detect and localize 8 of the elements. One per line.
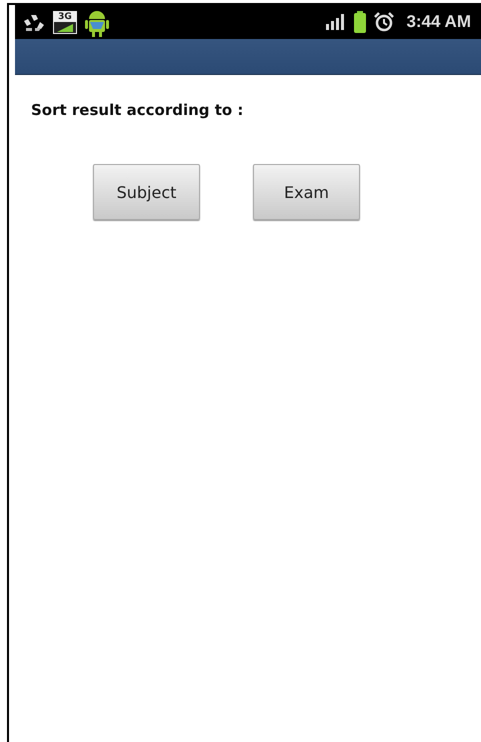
sort-button[interactable]: Exam bbox=[253, 164, 360, 220]
alarm-clock-icon bbox=[374, 12, 394, 32]
signal-icon bbox=[326, 14, 346, 30]
prompt-label: Sort result according to : bbox=[31, 101, 244, 119]
status-time: 3:44 AM bbox=[406, 12, 471, 32]
battery-icon bbox=[354, 11, 366, 33]
network-type-icon: 3G bbox=[53, 10, 77, 34]
sort-button[interactable]: Subject bbox=[93, 164, 200, 220]
